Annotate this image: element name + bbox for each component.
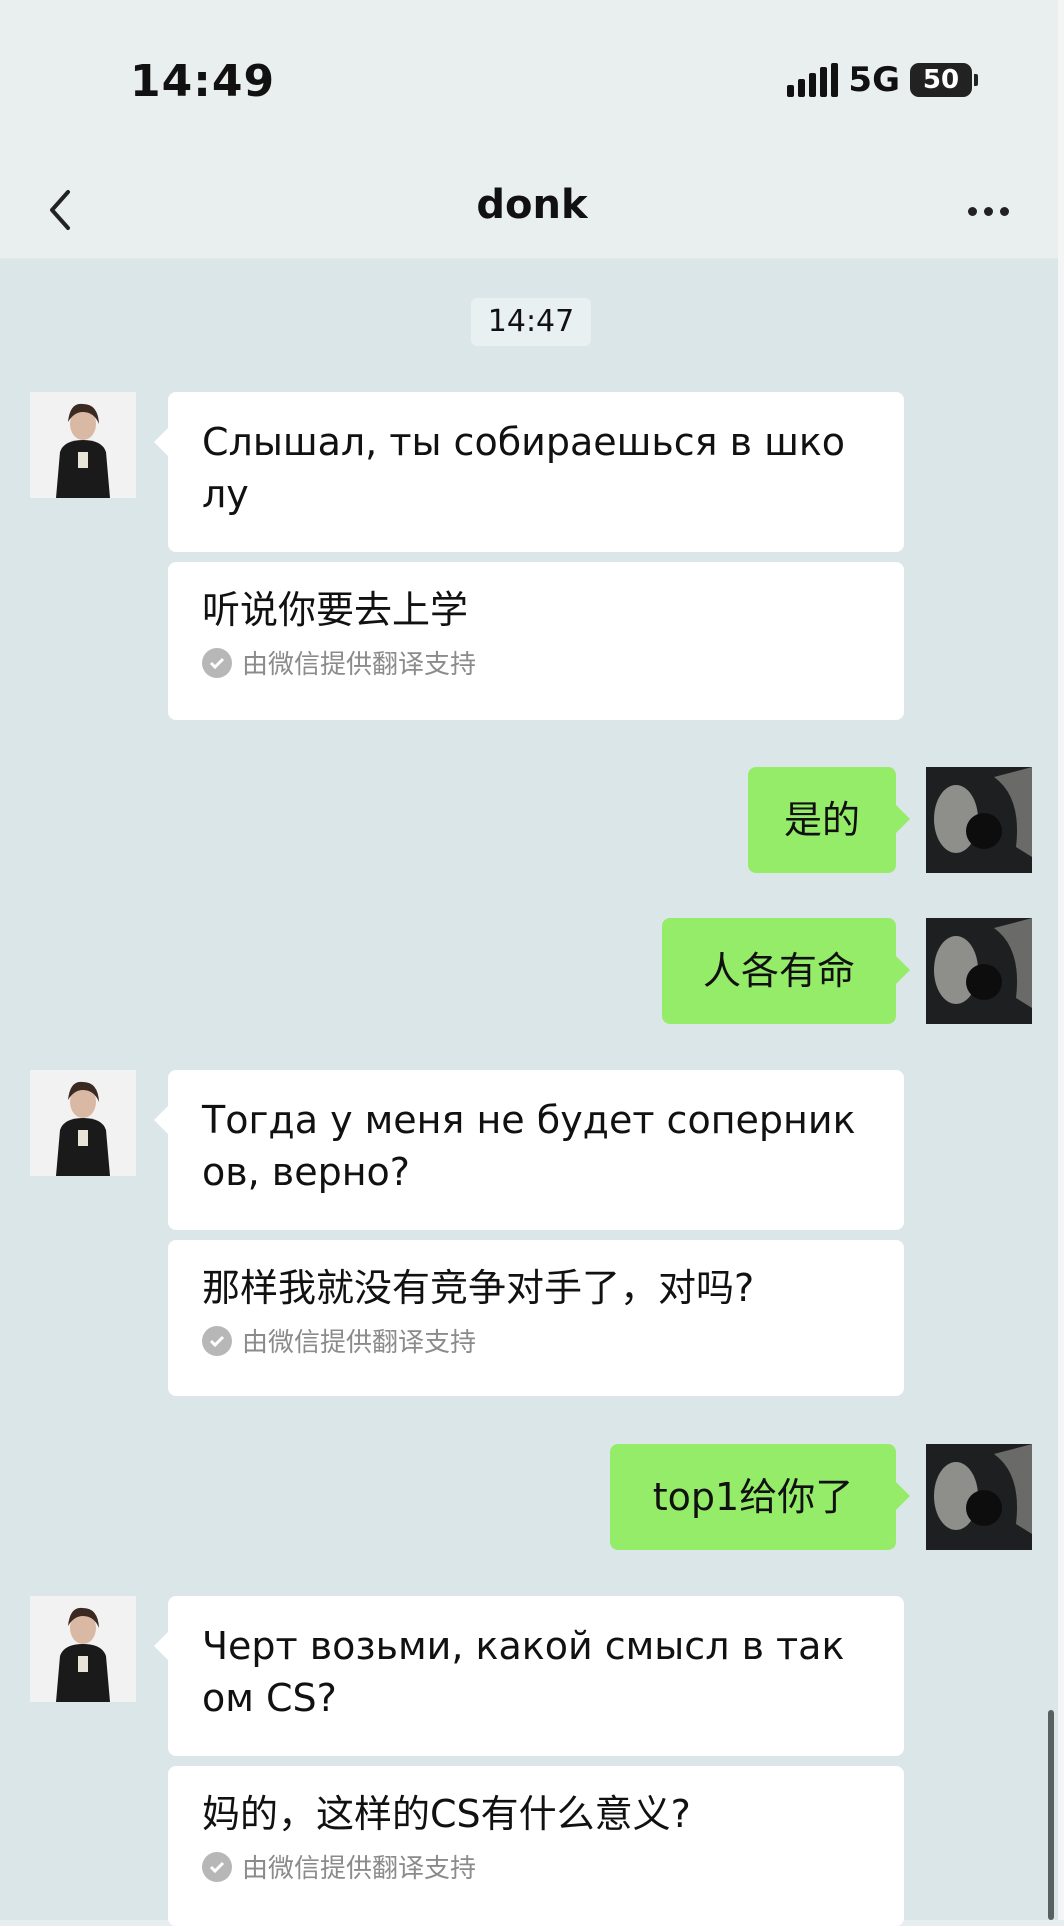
chat-title: donk	[476, 182, 588, 228]
person-avatar-icon	[30, 1070, 136, 1176]
my-avatar[interactable]	[926, 767, 1032, 873]
battery-icon: 50	[910, 63, 978, 97]
person-avatar-icon	[30, 1596, 136, 1702]
my-avatar[interactable]	[926, 918, 1032, 1024]
scrollbar[interactable]	[1048, 1710, 1054, 1920]
translation-note: 由微信提供翻译支持	[202, 644, 876, 681]
outgoing-message-bubble[interactable]: top1给你了	[610, 1444, 910, 1550]
my-avatar[interactable]	[926, 1444, 1032, 1550]
screen-edge	[1058, 0, 1064, 1920]
status-bar: 14:49 5G 50	[0, 0, 1064, 160]
translation-card[interactable]: 妈的，这样的CS有什么意义? 由微信提供翻译支持	[168, 1766, 904, 1926]
incoming-message-bubble[interactable]: Слышал, ты собираешься в шко лу	[154, 392, 904, 552]
profile-photo-icon	[926, 767, 1032, 873]
person-avatar-icon	[30, 392, 136, 498]
translation-card[interactable]: 那样我就没有竞争对手了，对吗? 由微信提供翻译支持	[168, 1240, 904, 1396]
outgoing-message-bubble[interactable]: 人各有命	[662, 918, 910, 1024]
message-text: 人各有命	[702, 949, 855, 993]
translation-text: 听说你要去上学	[202, 588, 469, 632]
status-time: 14:49	[130, 56, 276, 107]
signal-icon	[787, 63, 839, 97]
message-text: Слышал, ты собираешься в шко лу	[202, 420, 846, 516]
translation-note-text: 由微信提供翻译支持	[242, 650, 477, 680]
message-timestamp: 14:47	[471, 298, 591, 346]
more-options-button[interactable]	[958, 186, 1018, 236]
chat-header: donk	[0, 160, 1064, 260]
message-text: Тогда у меня не будет соперник ов, верно…	[202, 1098, 856, 1194]
network-type: 5G	[848, 60, 900, 100]
translation-note-text: 由微信提供翻译支持	[242, 1328, 477, 1358]
translation-text: 妈的，这样的CS有什么意义?	[202, 1792, 691, 1836]
check-circle-icon	[202, 647, 232, 678]
battery-level: 50	[922, 65, 960, 95]
check-circle-icon	[202, 1325, 232, 1356]
profile-photo-icon	[926, 918, 1032, 1024]
message-text: top1给你了	[652, 1475, 854, 1519]
profile-photo-icon	[926, 1444, 1032, 1550]
check-circle-icon	[202, 1851, 232, 1882]
translation-note: 由微信提供翻译支持	[202, 1848, 876, 1885]
translation-note: 由微信提供翻译支持	[202, 1322, 876, 1359]
translation-card[interactable]: 听说你要去上学 由微信提供翻译支持	[168, 562, 904, 720]
incoming-message-bubble[interactable]: Тогда у меня не будет соперник ов, верно…	[154, 1070, 904, 1230]
more-dot-icon	[999, 206, 1009, 216]
message-text: Черт возьми, какой смысл в так ом CS?	[202, 1624, 845, 1720]
translation-text: 那样我就没有竞争对手了，对吗?	[202, 1266, 755, 1310]
contact-avatar[interactable]	[30, 1596, 136, 1702]
more-dot-icon	[983, 206, 993, 216]
more-dot-icon	[967, 206, 977, 216]
message-list[interactable]: 14:47 Слышал, ты собираешься в шко лу 听说…	[0, 260, 1064, 1926]
contact-avatar[interactable]	[30, 1070, 136, 1176]
message-text: 是的	[783, 798, 860, 842]
translation-note-text: 由微信提供翻译支持	[242, 1854, 477, 1884]
contact-avatar[interactable]	[30, 392, 136, 498]
outgoing-message-bubble[interactable]: 是的	[748, 767, 910, 873]
incoming-message-bubble[interactable]: Черт возьми, какой смысл в так ом CS?	[154, 1596, 904, 1756]
status-icons: 5G 50	[787, 60, 978, 100]
